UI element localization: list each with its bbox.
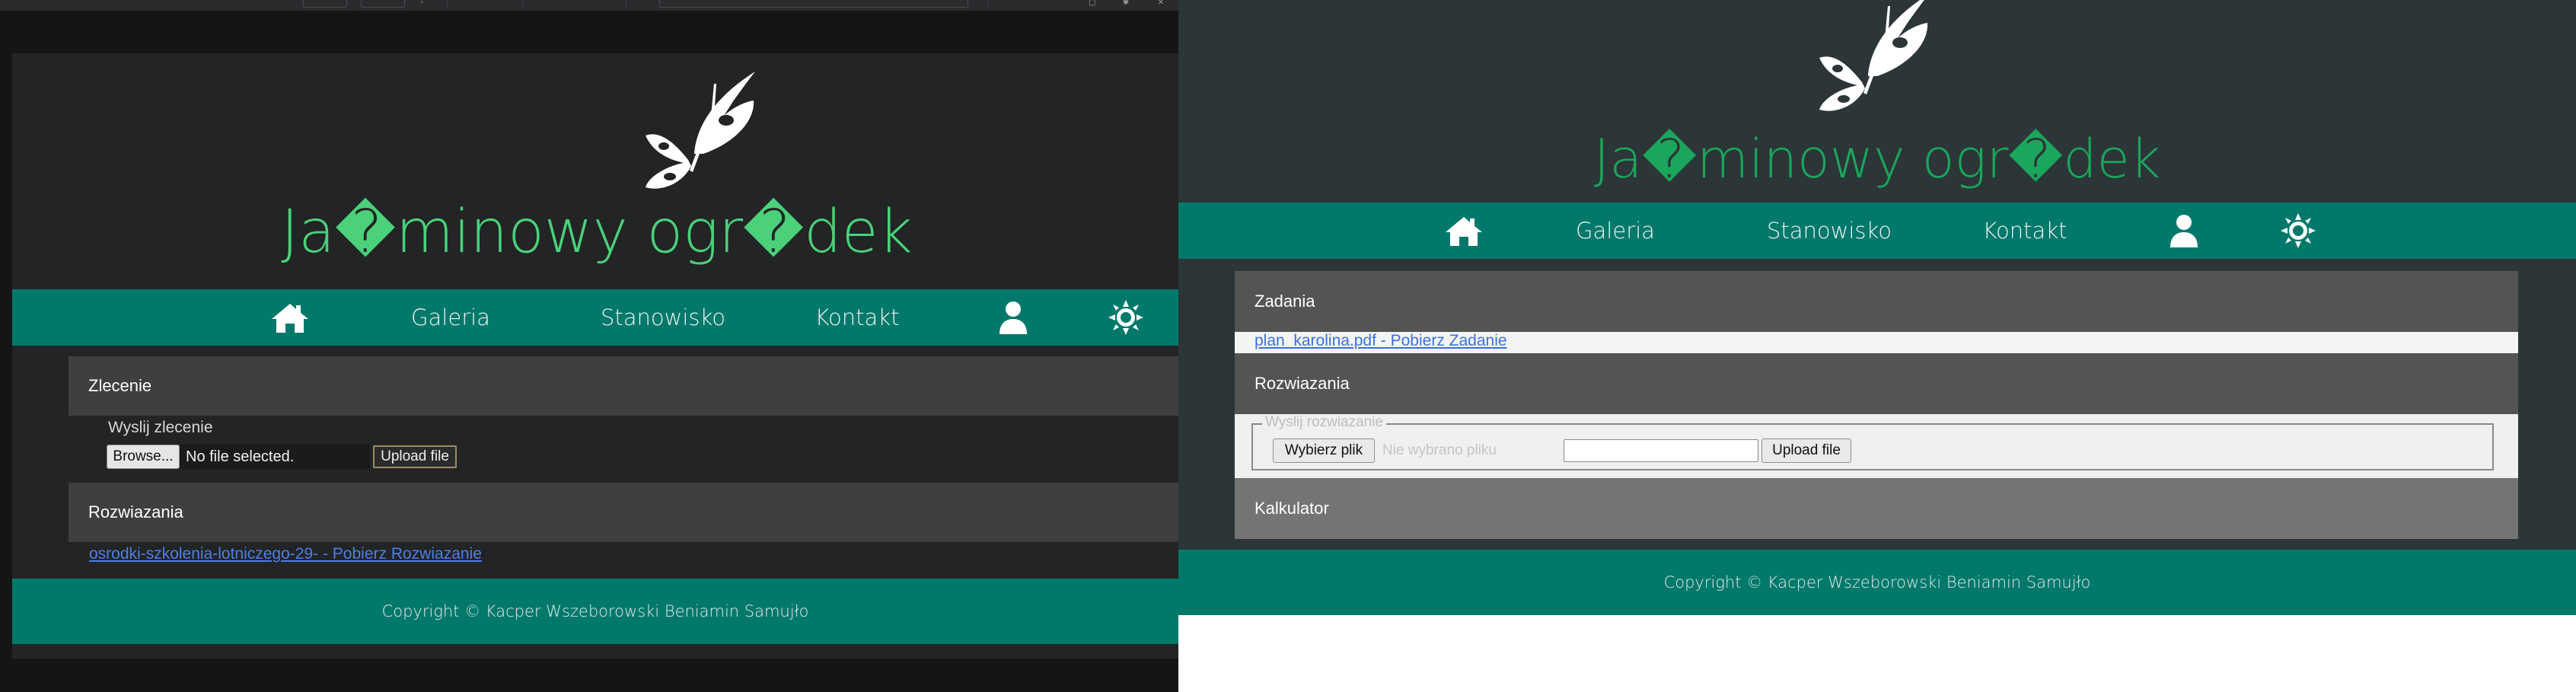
- file-status: No file selected.: [180, 445, 370, 469]
- butterfly-logo: [1819, 0, 1928, 111]
- toolbar-separator: [987, 0, 988, 8]
- nav-item-stanowisko[interactable]: Stanowisko: [575, 289, 751, 346]
- close-icon[interactable]: ✕: [1156, 0, 1166, 8]
- butterfly-logo: [646, 72, 755, 189]
- nav-item-kontakt[interactable]: Kontakt: [781, 289, 933, 346]
- user-icon[interactable]: [2157, 202, 2211, 259]
- toolbar-separator: [522, 0, 523, 8]
- kalkulator-heading: Kalkulator: [1235, 478, 2518, 539]
- nav-item-galeria[interactable]: Galeria: [375, 289, 527, 346]
- main-nav: Galeria Stanowisko Kontakt: [1178, 202, 2576, 259]
- toolbar-search-field[interactable]: [659, 0, 968, 8]
- toolbar-separator: [447, 0, 448, 8]
- rozwiazania-heading: Rozwiazania: [69, 483, 1178, 542]
- zlecenie-fieldset: Wyslij zlecenie Browse... No file select…: [91, 416, 1178, 477]
- settings-icon[interactable]: ✱: [1121, 0, 1131, 8]
- site-title: Ja�minowy ogr�dek: [281, 198, 913, 266]
- rozwiazania-heading: Rozwiazania: [1235, 353, 2518, 414]
- rozwiazania-body: Wyslij rozwiazanie Wybierz plik Nie wybr…: [1235, 414, 2518, 478]
- browse-button[interactable]: Browse...: [107, 445, 180, 469]
- left-preview-pane: Ja�minowy ogr�dek Galeria Stanowisko Kon…: [0, 11, 1178, 692]
- choose-file-button[interactable]: Wybierz plik: [1273, 438, 1375, 463]
- nav-item-stanowisko[interactable]: Stanowisko: [1742, 202, 1917, 259]
- nav-item-kontakt[interactable]: Kontakt: [1949, 202, 2101, 259]
- right-preview-pane: Ja�minowy ogr�dek Galeria Stanowisko Kon…: [1178, 0, 2576, 692]
- nav-item-galeria[interactable]: Galeria: [1539, 202, 1691, 259]
- upload-file-button[interactable]: Upload file: [1761, 438, 1851, 463]
- fieldset-legend: Wyslij rozwiazanie: [1262, 414, 1387, 431]
- toolbar-field[interactable]: [303, 0, 347, 8]
- text-input[interactable]: [1564, 439, 1758, 462]
- sun-icon[interactable]: [2272, 202, 2325, 259]
- user-icon[interactable]: [987, 289, 1040, 346]
- zadania-heading: Zadania: [1235, 271, 2518, 332]
- footer: Copyright © Kacper Wszeborowski Beniamin…: [1178, 550, 2576, 615]
- rozwiazanie-download-link[interactable]: osrodki-szkolenia-lotniczego-29- - Pobie…: [89, 545, 482, 563]
- toolbar-icon[interactable]: ▫: [416, 0, 427, 8]
- zlecenie-legend: Wyslij zlecenie: [108, 419, 213, 436]
- sun-icon[interactable]: [1099, 289, 1153, 346]
- site-title: Ja�minowy ogr�dek: [1593, 128, 2161, 190]
- toolbar-field[interactable]: [361, 0, 405, 8]
- browser-toolbar: ▫ ▢ ✱ ✕: [0, 0, 1178, 11]
- zlecenie-heading: Zlecenie: [69, 356, 1178, 416]
- file-status: Nie wybrano pliku: [1382, 442, 1497, 458]
- home-icon[interactable]: [256, 289, 324, 346]
- zadania-body: plan_karolina.pdf - Pobierz Zadanie: [1235, 332, 2518, 353]
- footer: Copyright © Kacper Wszeborowski Beniamin…: [12, 579, 1178, 644]
- zadanie-download-link[interactable]: plan_karolina.pdf - Pobierz Zadanie: [1255, 332, 1507, 350]
- upload-file-button[interactable]: Upload file: [373, 445, 457, 468]
- home-icon[interactable]: [1430, 202, 1498, 259]
- left-page: Ja�minowy ogr�dek Galeria Stanowisko Kon…: [12, 53, 1178, 659]
- main-nav: Galeria Stanowisko Kontakt: [12, 289, 1178, 346]
- screenshot-icon[interactable]: ▢: [1087, 0, 1098, 8]
